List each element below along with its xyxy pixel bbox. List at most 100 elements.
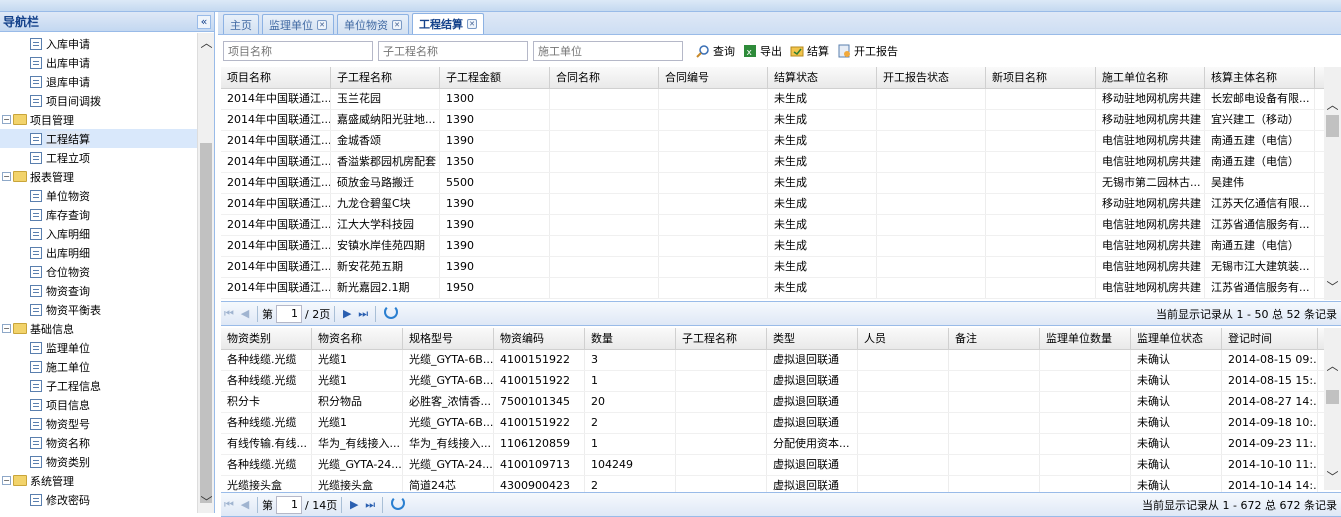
column-header[interactable]: 合同名称 — [550, 67, 659, 88]
collapse-toggle-icon[interactable]: − — [2, 115, 11, 124]
tree-item[interactable]: 入库明细 — [0, 224, 197, 243]
start-report-button[interactable]: 开工报告 — [837, 43, 898, 59]
tree-item[interactable]: 退库申请 — [0, 72, 197, 91]
last-page-icon[interactable]: ⏭ — [355, 307, 371, 321]
column-header[interactable]: 施工单位名称 — [1096, 67, 1205, 88]
close-icon[interactable]: ✕ — [317, 19, 327, 30]
tree-item[interactable]: 项目间调拨 — [0, 91, 197, 110]
tree-item[interactable]: 监理单位 — [0, 338, 197, 357]
next-page-icon[interactable]: ▶ — [346, 498, 362, 511]
column-header[interactable]: 监理单位状态 — [1131, 328, 1222, 349]
tree-item[interactable]: 子工程信息 — [0, 376, 197, 395]
collapse-icon[interactable]: « — [197, 14, 211, 29]
tree-item[interactable]: 施工单位 — [0, 357, 197, 376]
tree-folder[interactable]: − 报表管理 — [0, 167, 197, 186]
settle-button[interactable]: 结算 — [790, 43, 829, 59]
column-header[interactable]: 子工程名称 — [331, 67, 440, 88]
scrollbar-thumb[interactable] — [1326, 115, 1339, 137]
subproject-name-input[interactable] — [378, 41, 528, 61]
page-number-input[interactable]: 1 — [276, 495, 302, 514]
scrollbar-thumb[interactable] — [200, 143, 212, 503]
close-icon[interactable]: ✕ — [467, 19, 477, 29]
project-name-input[interactable] — [223, 41, 373, 61]
tree-item[interactable]: 物资类别 — [0, 452, 197, 471]
column-header[interactable]: 登记时间 — [1222, 328, 1318, 349]
prev-page-icon[interactable]: ◀ — [237, 307, 253, 320]
table-row[interactable]: 各种线缆.光缆 光缆_GYTA-24... 光缆_GYTA-24... 4100109… — [221, 455, 1341, 476]
table-row[interactable]: 2014年中国联通江... 新光嘉园2.1期 1950 未生成 电信驻地网机房共建 江苏省… — [221, 278, 1341, 299]
tree-item[interactable]: 出库明细 — [0, 243, 197, 262]
sidebar-scrollbar[interactable]: ︿ ﹀ — [197, 33, 214, 513]
collapse-toggle-icon[interactable]: − — [2, 172, 11, 181]
scroll-down-icon[interactable]: ﹀ — [1324, 279, 1341, 296]
column-header[interactable]: 项目名称 — [221, 67, 331, 88]
table-row[interactable]: 2014年中国联通江... 新安花苑五期 1390 未生成 电信驻地网机房共建 无锡市江大… — [221, 257, 1341, 278]
column-header[interactable]: 子工程金额 — [440, 67, 550, 88]
scroll-up-icon[interactable]: ︿ — [198, 35, 215, 52]
tree-folder[interactable]: − 基础信息 — [0, 319, 197, 338]
scrollbar-thumb[interactable] — [1326, 390, 1339, 404]
column-header[interactable]: 备注 — [949, 328, 1040, 349]
tree-item[interactable]: 库存查询 — [0, 205, 197, 224]
table-row[interactable]: 2014年中国联通江... 安镇水岸佳苑四期 1390 未生成 电信驻地网机房共建 南通五… — [221, 236, 1341, 257]
column-header[interactable]: 子工程名称 — [676, 328, 767, 349]
column-header[interactable]: 合同编号 — [659, 67, 768, 88]
tree-item[interactable]: 项目信息 — [0, 395, 197, 414]
column-header[interactable]: 数量 — [585, 328, 676, 349]
column-header[interactable]: 新项目名称 — [986, 67, 1096, 88]
column-header[interactable]: 规格型号 — [403, 328, 494, 349]
first-page-icon[interactable]: ⏮ — [221, 498, 237, 512]
refresh-icon[interactable] — [391, 496, 406, 513]
table-row[interactable]: 2014年中国联通江... 嘉盛威纳阳光驻地... 1390 未生成 移动驻地网机房共建… — [221, 110, 1341, 131]
last-page-icon[interactable]: ⏭ — [362, 498, 378, 512]
table-row[interactable]: 2014年中国联通江... 九龙仓碧玺C块 1390 未生成 移动驻地网机房共建 江苏天亿… — [221, 194, 1341, 215]
tree-folder[interactable]: − 系统管理 — [0, 471, 197, 490]
tree-item[interactable]: 入库申请 — [0, 34, 197, 53]
scroll-down-icon[interactable]: ﹀ — [198, 494, 215, 511]
column-header[interactable]: 物资编码 — [494, 328, 585, 349]
collapse-toggle-icon[interactable]: − — [2, 324, 11, 333]
column-header[interactable]: 结算状态 — [768, 67, 877, 88]
tab-2[interactable]: 单位物资 ✕ — [337, 14, 409, 34]
scroll-up-icon[interactable]: ︿ — [1324, 97, 1341, 114]
table-row[interactable]: 2014年中国联通江... 硕放金马路搬迁 5500 未生成 无锡市第二园林古... 吴建… — [221, 173, 1341, 194]
table-row[interactable]: 各种线缆.光缆 光缆1 光缆_GYTA-6B... 4100151922 3 虚拟退回联通… — [221, 350, 1341, 371]
grid-scrollbar[interactable]: ︿ ﹀ — [1324, 67, 1341, 300]
column-header[interactable]: 核算主体名称 — [1205, 67, 1315, 88]
grid-scrollbar[interactable]: ︿ ﹀ — [1324, 328, 1341, 490]
scroll-down-icon[interactable]: ﹀ — [1324, 469, 1341, 486]
tree-item[interactable]: 工程立项 — [0, 148, 197, 167]
export-button[interactable]: x 导出 — [743, 43, 782, 59]
table-row[interactable]: 2014年中国联通江... 金城香颂 1390 未生成 电信驻地网机房共建 南通五建（电信… — [221, 131, 1341, 152]
table-row[interactable]: 2014年中国联通江... 江大大学科技园 1390 未生成 电信驻地网机房共建 江苏省通… — [221, 215, 1341, 236]
table-row[interactable]: 有线传输.有线... 华为_有线接入... 华为_有线接入... 1106120859… — [221, 434, 1341, 455]
contractor-input[interactable] — [533, 41, 683, 61]
first-page-icon[interactable]: ⏮ — [221, 307, 237, 321]
prev-page-icon[interactable]: ◀ — [237, 498, 253, 511]
page-number-input[interactable]: 1 — [276, 304, 302, 323]
column-header[interactable]: 开工报告状态 — [877, 67, 986, 88]
next-page-icon[interactable]: ▶ — [339, 307, 355, 320]
column-header[interactable]: 监理单位数量 — [1040, 328, 1131, 349]
column-header[interactable]: 物资名称 — [312, 328, 403, 349]
table-row[interactable]: 积分卡 积分物品 必胜客_浓情香... 7500101345 20 虚拟退回联通 未确认 20… — [221, 392, 1341, 413]
tree-item[interactable]: 单位物资 — [0, 186, 197, 205]
query-button[interactable]: 查询 — [696, 43, 735, 59]
tree-item[interactable]: 工程结算 — [0, 129, 197, 148]
table-row[interactable]: 2014年中国联通江... 玉兰花园 1300 未生成 移动驻地网机房共建 长宏邮电设备有… — [221, 89, 1341, 110]
column-header[interactable]: 物资类别 — [221, 328, 312, 349]
table-row[interactable]: 各种线缆.光缆 光缆1 光缆_GYTA-6B... 4100151922 2 虚拟退回联通… — [221, 413, 1341, 434]
tree-item[interactable]: 物资查询 — [0, 281, 197, 300]
table-row[interactable]: 各种线缆.光缆 光缆1 光缆_GYTA-6B... 4100151922 1 虚拟退回联通… — [221, 371, 1341, 392]
tree-folder[interactable]: − 项目管理 — [0, 110, 197, 129]
refresh-icon[interactable] — [384, 305, 399, 322]
tree-item[interactable]: 修改密码 — [0, 490, 197, 509]
collapse-toggle-icon[interactable]: − — [2, 476, 11, 485]
tab-0[interactable]: 主页 — [223, 14, 259, 34]
tree-item[interactable]: 仓位物资 — [0, 262, 197, 281]
tree-item[interactable]: 出库申请 — [0, 53, 197, 72]
tree-item[interactable]: 物资型号 — [0, 414, 197, 433]
column-header[interactable]: 人员 — [858, 328, 949, 349]
tree-item[interactable]: 物资平衡表 — [0, 300, 197, 319]
close-icon[interactable]: ✕ — [392, 19, 402, 30]
